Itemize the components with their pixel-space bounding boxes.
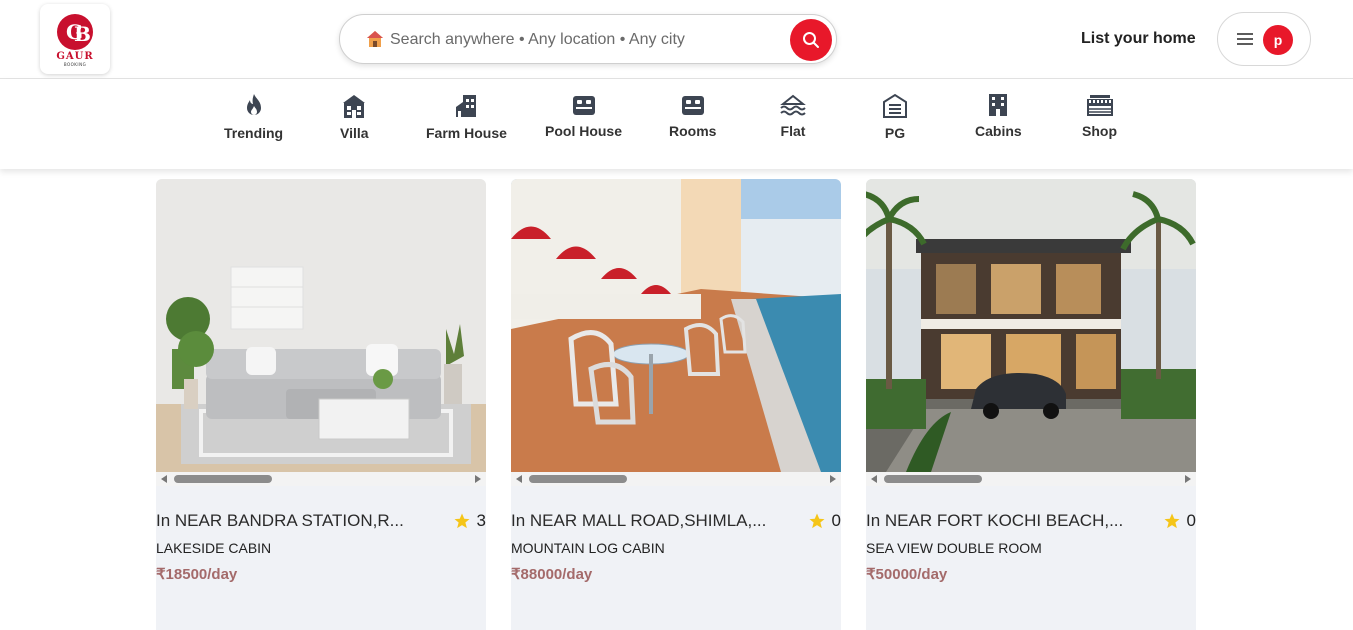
top-header: G B GAUR BOOKING List your home p (0, 0, 1353, 79)
logo-subtext: BOOKING (63, 61, 87, 67)
listing-photo[interactable] (866, 179, 1196, 472)
search-button[interactable] (790, 19, 832, 61)
category-farm-house[interactable]: Farm House (426, 93, 507, 141)
category-bar: Trending Villa Farm House Pool House Roo… (0, 79, 1353, 169)
category-flat[interactable]: Flat (780, 93, 806, 139)
listing-type: LAKESIDE CABIN (156, 540, 272, 556)
category-label: Farm House (426, 125, 507, 141)
listing-title: In NEAR MALL ROAD,SHIMLA,... (511, 511, 767, 530)
photo-scrollbar[interactable] (866, 472, 1196, 486)
star-icon (809, 513, 825, 529)
rating-value: 0 (831, 511, 841, 530)
listing-title: In NEAR FORT KOCHI BEACH,... (866, 511, 1124, 530)
house-icon (367, 31, 383, 47)
scroll-right-icon[interactable] (1185, 475, 1191, 483)
building-icon (989, 94, 1008, 116)
rating-value: 3 (476, 511, 486, 530)
search-input[interactable] (390, 25, 770, 55)
listing-photo[interactable] (156, 179, 486, 472)
category-label: Flat (780, 123, 806, 139)
category-rooms[interactable]: Rooms (669, 93, 716, 139)
user-menu-button[interactable]: p (1217, 12, 1311, 66)
list-your-home-link[interactable]: List your home (1081, 30, 1196, 48)
category-label: Pool House (545, 123, 623, 139)
fire-icon (246, 94, 261, 115)
category-label: Trending (224, 125, 284, 141)
pool-house-icon (572, 96, 595, 115)
brand-logo[interactable]: G B GAUR BOOKING (40, 4, 110, 74)
listing-rating: 0 (808, 511, 841, 531)
star-icon (1164, 513, 1180, 529)
hamburger-icon (1237, 33, 1253, 45)
category-pg[interactable]: PG (881, 93, 909, 141)
category-label: Cabins (975, 123, 1022, 139)
avatar: p (1263, 25, 1293, 55)
logo-mark-icon: G B (57, 13, 93, 50)
listing-rating: 3 (453, 511, 486, 531)
listing-type: MOUNTAIN LOG CABIN (511, 540, 665, 556)
category-pool-house[interactable]: Pool House (545, 93, 622, 139)
scroll-thumb[interactable] (529, 475, 627, 483)
category-shop[interactable]: Shop (1082, 93, 1117, 139)
scroll-right-icon[interactable] (475, 475, 481, 483)
category-label: PG (884, 125, 906, 141)
logo-text: GAUR (56, 50, 94, 62)
flat-icon (780, 94, 806, 116)
listing-photo[interactable] (511, 179, 841, 472)
category-trending[interactable]: Trending (224, 93, 283, 141)
listing-card[interactable]: In NEAR BANDRA STATION,R... 3 LAKESIDE C… (156, 179, 486, 630)
scroll-left-icon[interactable] (871, 475, 877, 483)
listing-price: ₹50000/day (866, 566, 948, 583)
scroll-left-icon[interactable] (161, 475, 167, 483)
category-label: Rooms (669, 123, 717, 139)
category-label: Shop (1082, 123, 1117, 139)
villa-icon (343, 95, 366, 118)
scroll-right-icon[interactable] (830, 475, 836, 483)
listing-type: SEA VIEW DOUBLE ROOM (866, 540, 1042, 556)
search-icon (803, 32, 819, 48)
shop-icon (1086, 95, 1113, 116)
photo-scrollbar[interactable] (511, 472, 841, 486)
svg-text:B: B (74, 22, 91, 46)
search-bar[interactable] (339, 14, 837, 64)
farm-house-icon (456, 95, 477, 117)
pg-icon (883, 93, 907, 118)
scroll-thumb[interactable] (884, 475, 982, 483)
listing-title: In NEAR BANDRA STATION,R... (156, 511, 404, 530)
listing-rating: 0 (1163, 511, 1196, 531)
listing-price: ₹18500/day (156, 566, 238, 583)
listing-card[interactable]: In NEAR MALL ROAD,SHIMLA,... 0 MOUNTAIN … (511, 179, 841, 630)
rating-value: 0 (1186, 511, 1196, 530)
listing-card[interactable]: In NEAR FORT KOCHI BEACH,... 0 SEA VIEW … (866, 179, 1196, 630)
category-villa[interactable]: Villa (340, 93, 369, 141)
category-cabins[interactable]: Cabins (975, 93, 1022, 139)
listing-price: ₹88000/day (511, 566, 593, 583)
bed-icon (681, 96, 704, 115)
scroll-thumb[interactable] (174, 475, 272, 483)
star-icon (454, 513, 470, 529)
photo-scrollbar[interactable] (156, 472, 486, 486)
scroll-left-icon[interactable] (516, 475, 522, 483)
category-label: Villa (340, 125, 369, 141)
